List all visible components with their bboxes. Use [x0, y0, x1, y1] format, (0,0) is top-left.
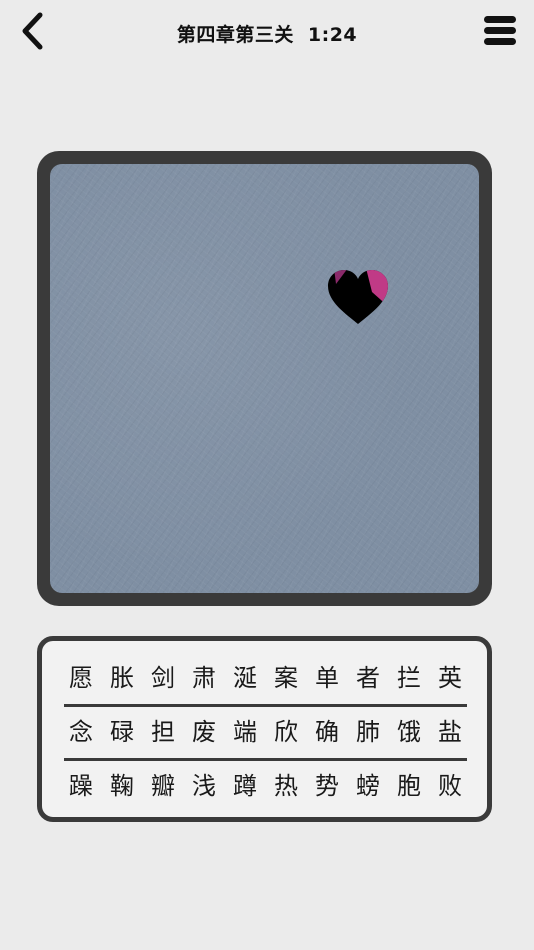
character-tile[interactable]: 英 — [433, 658, 467, 698]
character-tile[interactable]: 涎 — [228, 658, 262, 698]
character-row-1: 愿 胀 剑 肃 涎 案 单 者 拦 英 — [64, 651, 467, 705]
character-tile[interactable]: 肺 — [351, 712, 385, 752]
character-tile[interactable]: 胞 — [392, 766, 426, 806]
header-bar: 第四章第三关 1:24 — [0, 0, 534, 66]
character-tile[interactable]: 螃 — [351, 766, 385, 806]
character-selection-panel: 愿 胀 剑 肃 涎 案 单 者 拦 英 念 碌 担 废 端 欣 确 肺 饿 盐 … — [37, 636, 492, 822]
chapter-level-label: 第四章第三关 — [176, 24, 294, 46]
game-screen: 第四章第三关 1:24 愿 胀 剑 肃 涎 案 单 者 拦 英 念 碌 担 废 … — [0, 0, 534, 950]
character-tile[interactable]: 案 — [269, 658, 303, 698]
character-row-3: 躁 鞠 瓣 浅 蹲 热 势 螃 胞 败 — [64, 759, 467, 813]
character-tile[interactable]: 浅 — [187, 766, 221, 806]
character-tile[interactable]: 躁 — [64, 766, 98, 806]
character-tile[interactable]: 欣 — [269, 712, 303, 752]
character-tile[interactable]: 端 — [228, 712, 262, 752]
character-tile[interactable]: 碌 — [105, 712, 139, 752]
character-tile[interactable]: 热 — [269, 766, 303, 806]
character-tile[interactable]: 败 — [433, 766, 467, 806]
character-tile[interactable]: 确 — [310, 712, 344, 752]
puzzle-board-frame — [37, 151, 492, 606]
character-tile[interactable]: 念 — [64, 712, 98, 752]
character-tile[interactable]: 鞠 — [105, 766, 139, 806]
character-tile[interactable]: 瓣 — [146, 766, 180, 806]
character-tile[interactable]: 拦 — [392, 658, 426, 698]
puzzle-board[interactable] — [50, 164, 479, 593]
character-tile[interactable]: 者 — [351, 658, 385, 698]
character-tile[interactable]: 蹲 — [228, 766, 262, 806]
character-tile[interactable]: 饿 — [392, 712, 426, 752]
character-tile[interactable]: 担 — [146, 712, 180, 752]
character-tile[interactable]: 胀 — [105, 658, 139, 698]
character-tile[interactable]: 势 — [310, 766, 344, 806]
menu-button[interactable] — [484, 14, 516, 46]
character-tile[interactable]: 单 — [310, 658, 344, 698]
character-tile[interactable]: 剑 — [146, 658, 180, 698]
heart-icon — [326, 268, 390, 326]
level-title: 第四章第三关 1:24 — [0, 20, 534, 47]
character-tile[interactable]: 肃 — [187, 658, 221, 698]
character-tile[interactable]: 愿 — [64, 658, 98, 698]
character-row-2: 念 碌 担 废 端 欣 确 肺 饿 盐 — [64, 705, 467, 759]
timer-label: 1:24 — [307, 24, 358, 46]
character-tile[interactable]: 废 — [187, 712, 221, 752]
character-tile[interactable]: 盐 — [433, 712, 467, 752]
